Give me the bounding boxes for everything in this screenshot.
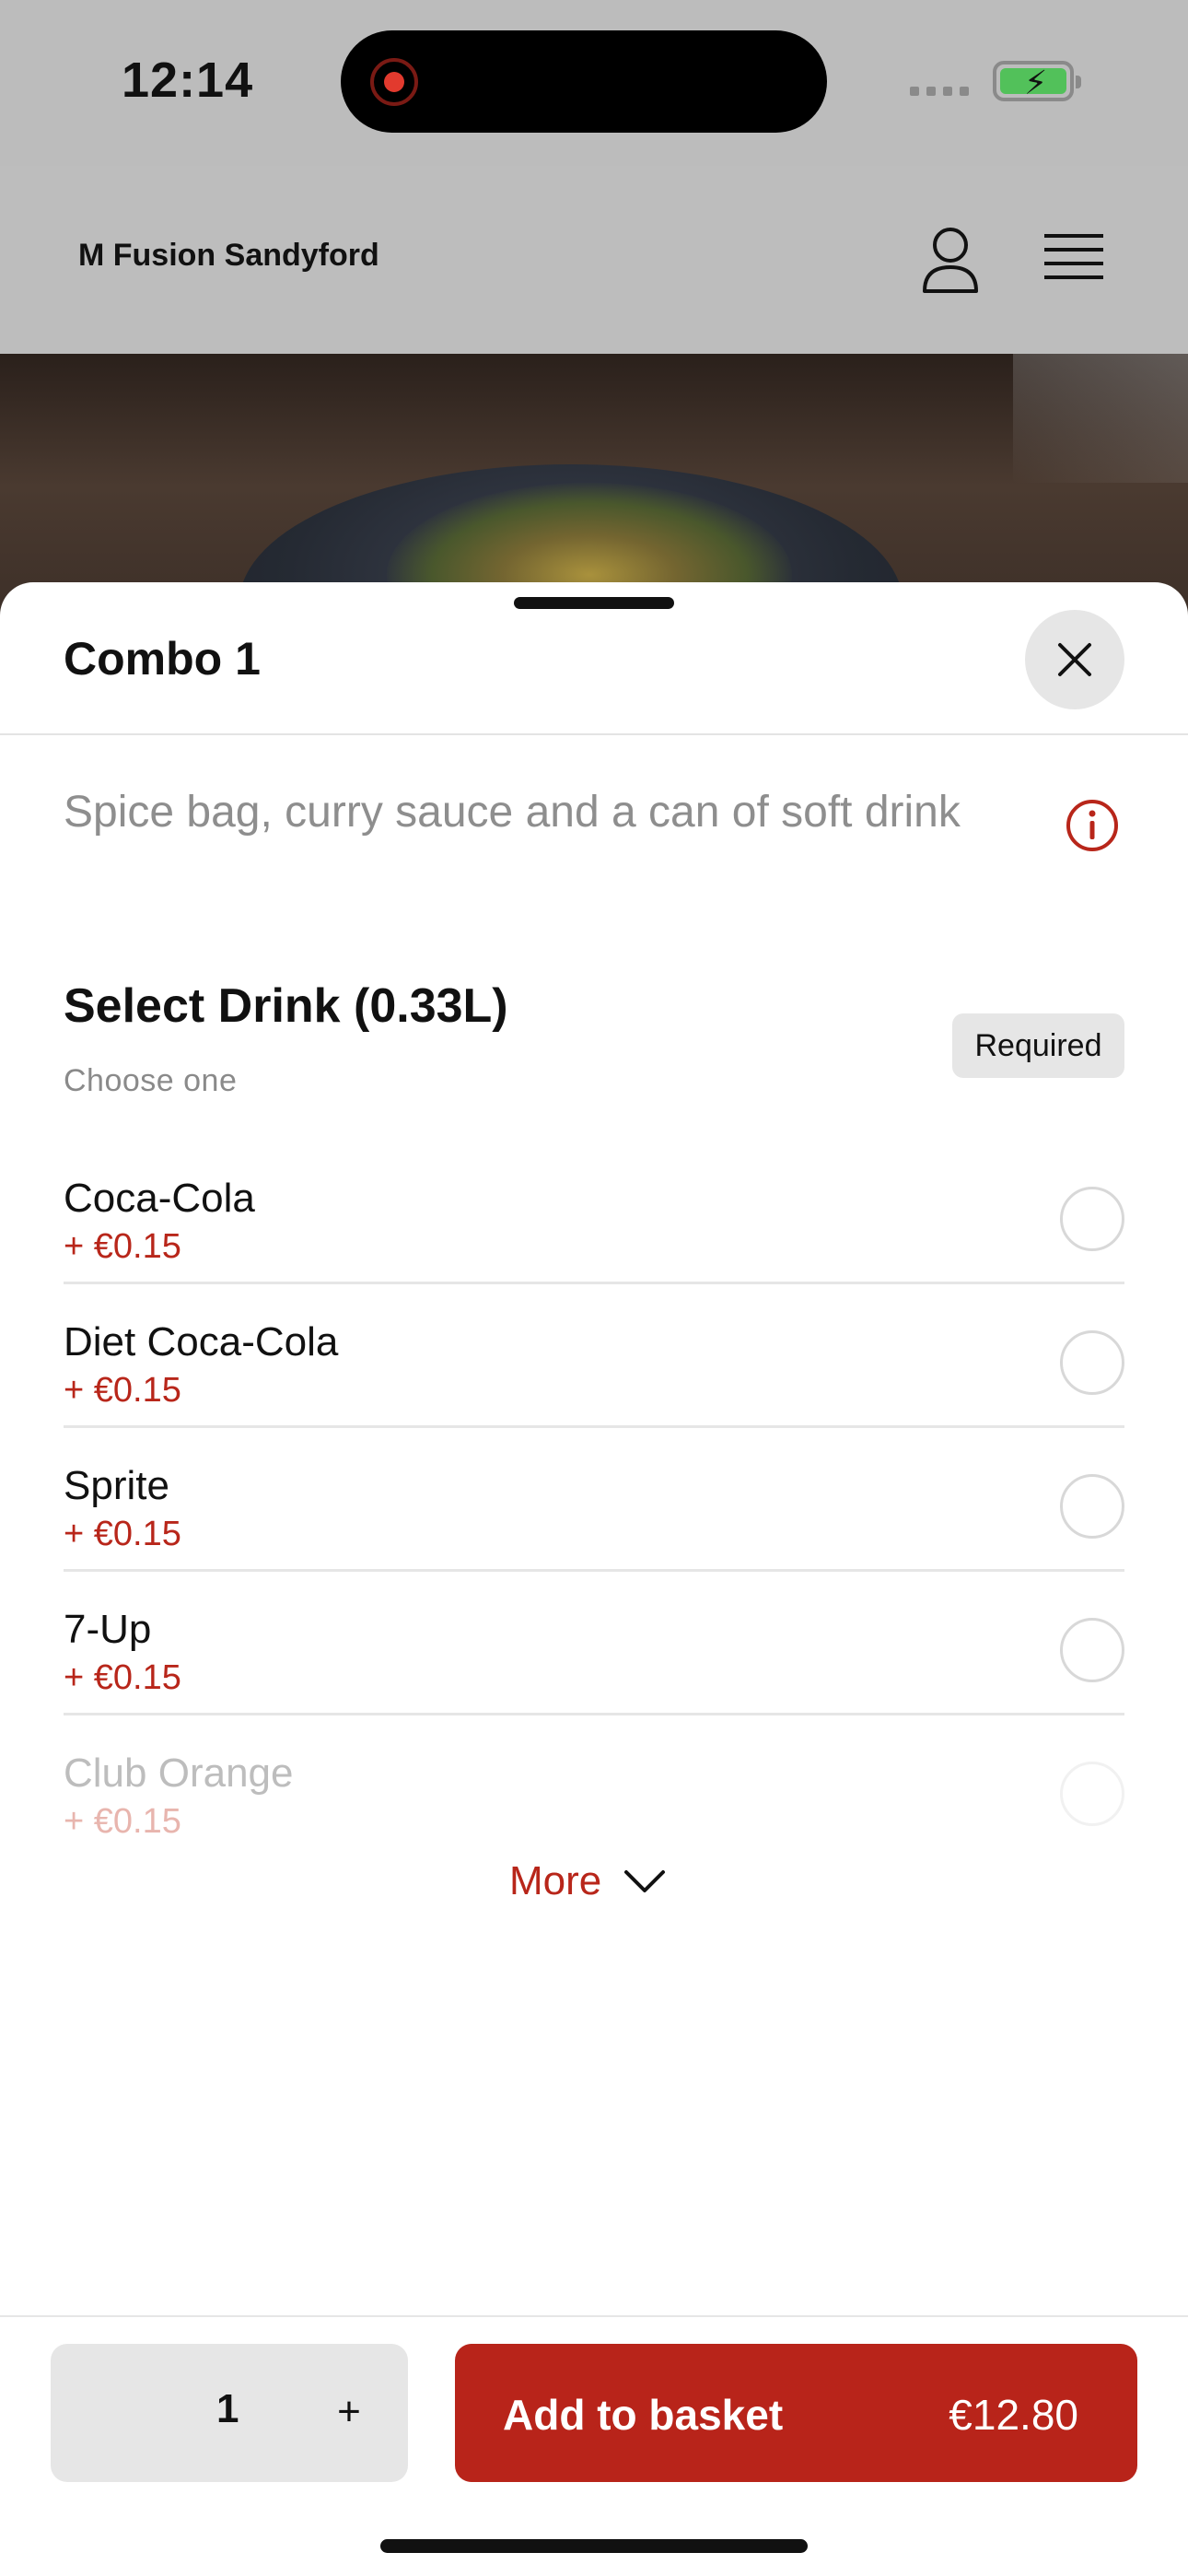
option-name: Sprite <box>64 1463 169 1508</box>
option-radio[interactable] <box>1060 1618 1124 1682</box>
option-name: Club Orange <box>64 1751 294 1796</box>
signal-icon <box>910 87 969 96</box>
close-icon <box>1058 643 1091 676</box>
section-title: Select Drink (0.33L) <box>64 979 508 1033</box>
basket-total: €12.80 <box>949 2391 1078 2439</box>
increase-quantity-button[interactable]: + <box>321 2375 377 2449</box>
background-page: 12:14 ⚡ M Fusion Sandyford <box>0 0 1188 649</box>
more-button[interactable]: More <box>509 1854 666 1909</box>
more-label: More <box>509 1858 602 1903</box>
required-badge: Required <box>952 1013 1124 1078</box>
option-price: + €0.15 <box>64 1658 181 1697</box>
quantity-stepper: 1 + <box>51 2344 408 2482</box>
menu-icon[interactable] <box>1044 232 1103 284</box>
drink-option[interactable]: Diet Coca-Cola + €0.15 <box>64 1284 1124 1428</box>
option-name: Coca-Cola <box>64 1176 255 1221</box>
option-radio[interactable] <box>1060 1474 1124 1539</box>
option-price: + €0.15 <box>64 1227 181 1266</box>
site-name[interactable]: M Fusion Sandyford <box>78 238 379 274</box>
user-icon[interactable] <box>921 225 980 295</box>
divider <box>0 733 1188 735</box>
record-icon <box>370 58 418 106</box>
option-radio[interactable] <box>1060 1187 1124 1251</box>
info-icon[interactable] <box>1065 798 1120 853</box>
chevron-down-icon <box>624 1870 666 1892</box>
item-title: Combo 1 <box>64 633 261 685</box>
drink-option[interactable]: Coca-Cola + €0.15 <box>64 1141 1124 1284</box>
drink-option[interactable]: Sprite + €0.15 <box>64 1428 1124 1572</box>
option-price: + €0.15 <box>64 1802 181 1841</box>
option-name: 7-Up <box>64 1607 152 1652</box>
home-indicator[interactable] <box>380 2539 808 2553</box>
drink-option[interactable]: 7-Up + €0.15 <box>64 1572 1124 1715</box>
add-to-basket-button[interactable]: Add to basket €12.80 <box>455 2344 1137 2482</box>
close-button[interactable] <box>1025 610 1124 709</box>
item-sheet: Combo 1 Spice bag, curry sauce and a can… <box>0 582 1188 2576</box>
site-header: M Fusion Sandyford <box>0 166 1188 354</box>
option-price: + €0.15 <box>64 1371 181 1410</box>
status-bar: 12:14 ⚡ <box>0 0 1188 166</box>
battery-icon: ⚡ <box>993 61 1081 101</box>
quantity-value: 1 <box>216 2386 239 2431</box>
sheet-grabber[interactable] <box>514 597 674 609</box>
option-price: + €0.15 <box>64 1515 181 1553</box>
footer-divider <box>0 2315 1188 2317</box>
dynamic-island <box>341 30 827 133</box>
option-name: Diet Coca-Cola <box>64 1319 339 1364</box>
option-radio[interactable] <box>1060 1762 1124 1826</box>
drink-options-list: Coca-Cola + €0.15 Diet Coca-Cola + €0.15… <box>64 1141 1124 1859</box>
add-to-basket-label: Add to basket <box>503 2391 784 2439</box>
section-subtitle: Choose one <box>64 1063 238 1098</box>
option-radio[interactable] <box>1060 1330 1124 1395</box>
drink-option[interactable]: Club Orange + €0.15 <box>64 1715 1124 1859</box>
item-description: Spice bag, curry sauce and a can of soft… <box>64 788 961 837</box>
status-time: 12:14 <box>122 53 254 108</box>
